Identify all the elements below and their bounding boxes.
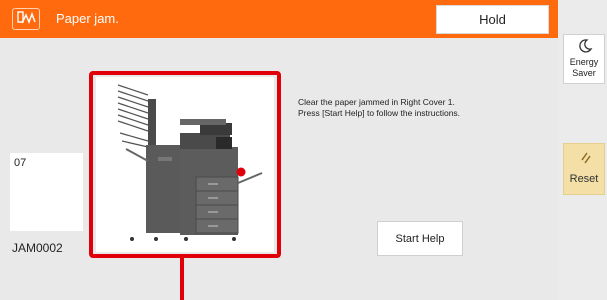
counter-box: 07 [10,153,83,231]
reset-icon [577,150,593,171]
paper-jam-icon [12,8,40,30]
reset-button[interactable]: Reset [563,143,605,195]
main-panel: Paper jam. Hold 07 JAM0002 Clear the pap… [0,0,558,300]
jam-code: JAM0002 [12,241,63,255]
instruction-line-2: Press [Start Help] to follow the instruc… [298,108,461,118]
jam-location-highlight [89,71,281,258]
hold-button[interactable]: Hold [436,5,549,34]
instructions: Clear the paper jammed in Right Cover 1.… [298,97,548,119]
energy-saver-button[interactable]: Energy Saver [563,34,605,84]
page-title: Paper jam. [56,11,119,26]
jam-location-pointer [180,258,184,300]
energy-saver-label: Energy Saver [569,57,599,78]
start-help-button[interactable]: Start Help [377,221,463,256]
counter-value: 07 [14,157,27,169]
title-bar: Paper jam. Hold [0,0,558,38]
instruction-line-1: Clear the paper jammed in Right Cover 1. [298,97,455,107]
moon-icon [577,38,593,59]
reset-label: Reset [569,173,599,185]
